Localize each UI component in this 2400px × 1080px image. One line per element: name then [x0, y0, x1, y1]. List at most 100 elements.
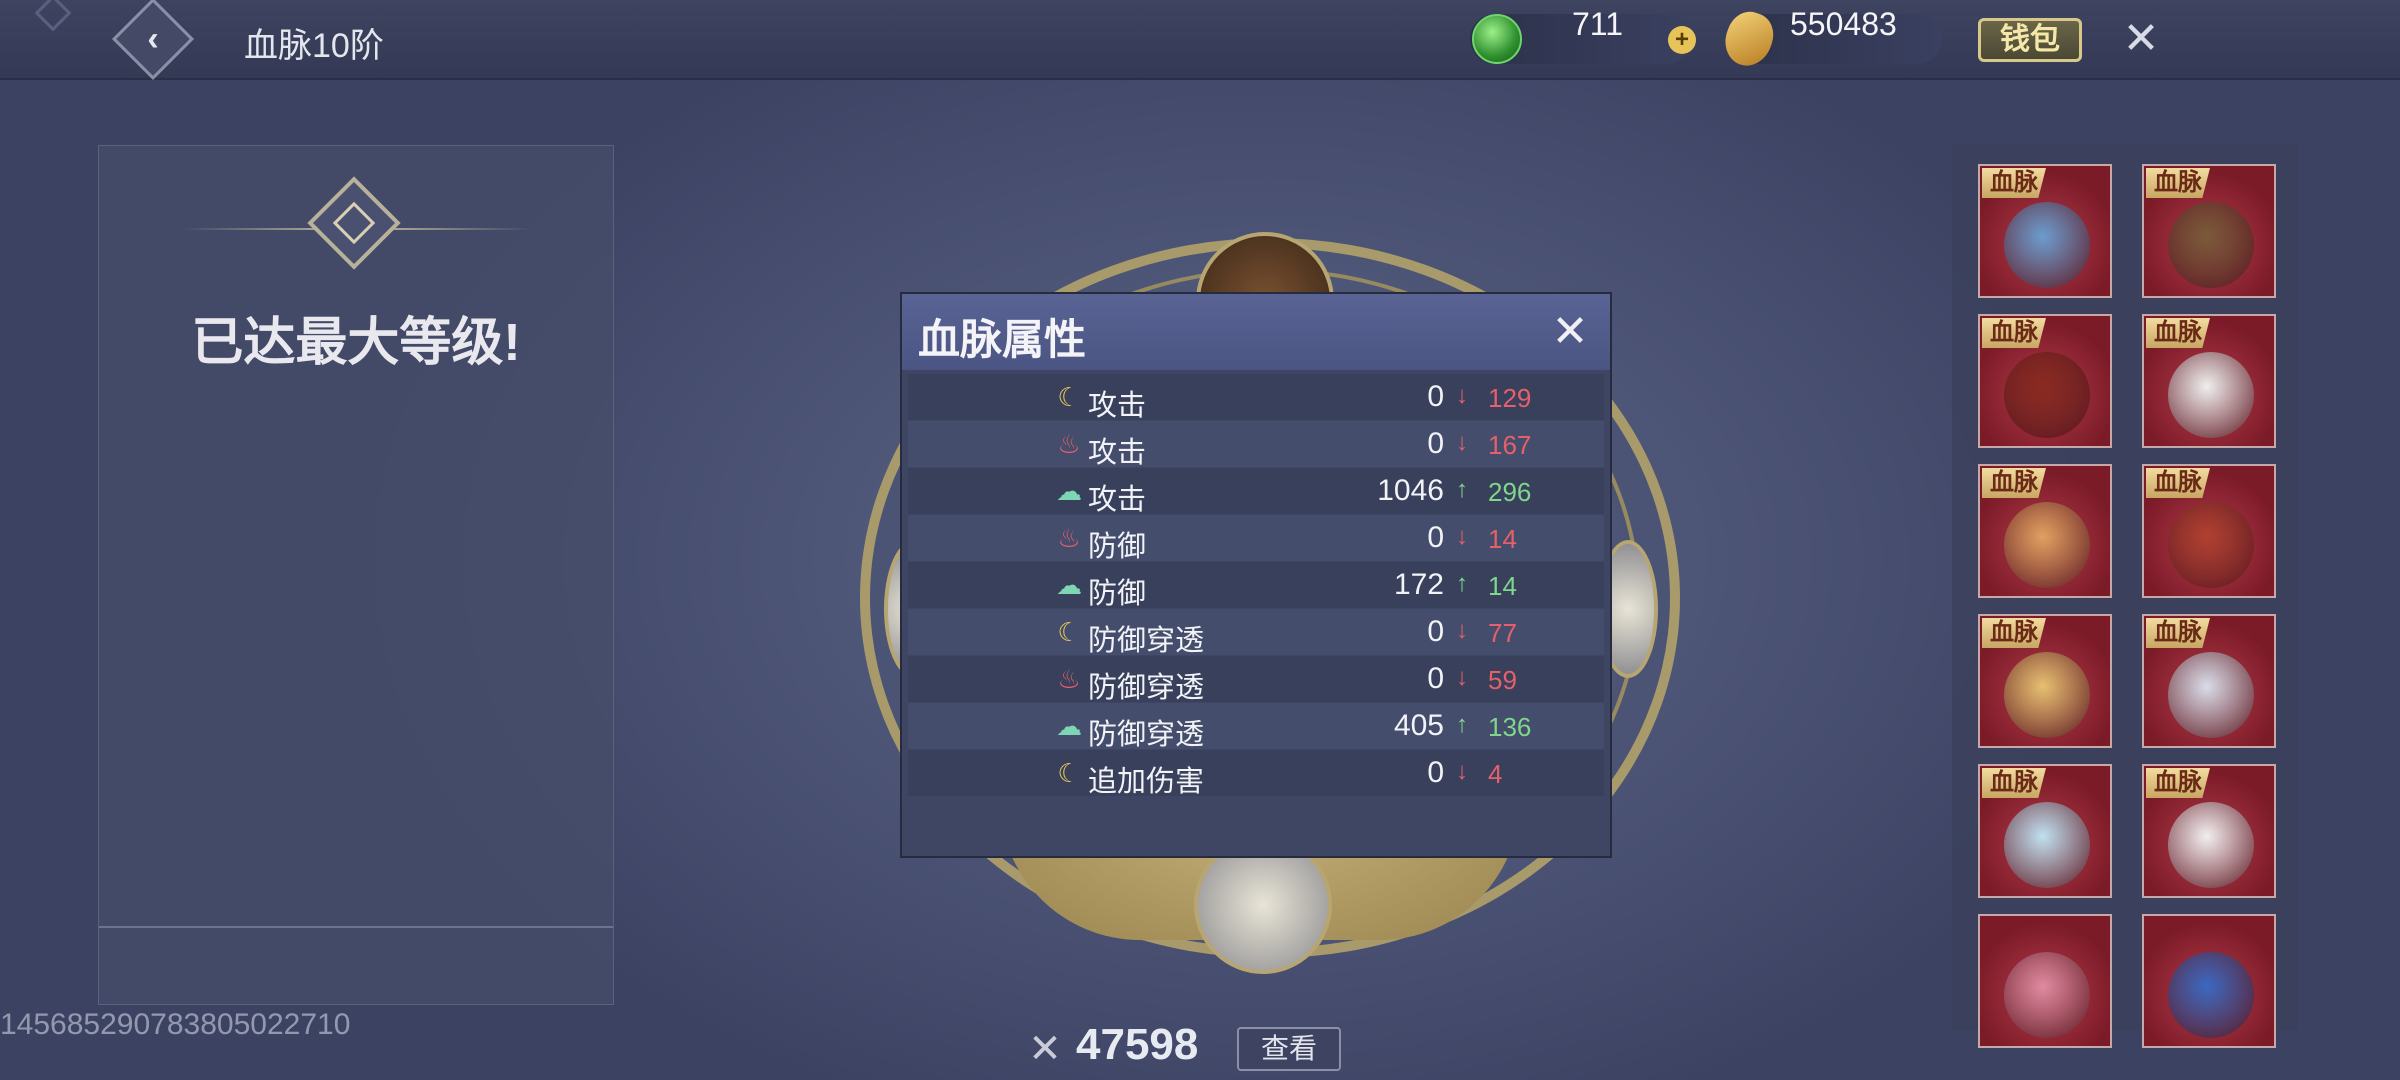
attribute-label: 防御 [1088, 578, 1147, 610]
red-dragon-portrait-icon [2004, 352, 2090, 438]
ornament-icon [34, 0, 72, 32]
fire-dragon-portrait-icon [2168, 502, 2254, 588]
moon-icon: ☾ [1057, 382, 1081, 412]
attribute-row: ♨ 防御 0 ↓ 14 [908, 515, 1604, 563]
level-panel: 已达最大等级! [98, 145, 614, 1005]
fire-icon: ♨ [1057, 664, 1081, 694]
view-button[interactable]: 查看 [1237, 1027, 1341, 1071]
attribute-delta: 77 [1488, 618, 1517, 648]
close-icon: ✕ [1551, 307, 1589, 356]
attribute-value: 1046 [1377, 474, 1444, 507]
arrow-down-icon: ↓ [1456, 664, 1468, 691]
bloodline-card-ice-maiden[interactable]: 血脉 [1978, 764, 2112, 898]
card-tag: 血脉 [1982, 168, 2046, 198]
dialog-header: 血脉属性 ✕ [902, 294, 1610, 370]
bloodline-card-blue-serpent[interactable] [2142, 914, 2276, 1048]
white-rabbit-portrait-icon [2168, 802, 2254, 888]
attribute-row: ☁ 攻击 1046 ↑ 296 [908, 468, 1604, 516]
attribute-label: 攻击 [1088, 484, 1147, 516]
max-level-text: 已达最大等级! [191, 314, 521, 372]
cloud-icon: ☁ [1056, 476, 1082, 506]
attribute-label: 攻击 [1088, 437, 1147, 469]
attribute-label: 防御穿透 [1088, 625, 1205, 657]
blue-serpent-portrait-icon [2168, 952, 2254, 1038]
fox-spirit-portrait-icon [2004, 502, 2090, 588]
attribute-label: 防御穿透 [1088, 672, 1205, 704]
attribute-value: 0 [1427, 521, 1444, 554]
card-tag: 血脉 [1982, 468, 2046, 498]
bloodline-card-fox-spirit[interactable]: 血脉 [1978, 464, 2112, 598]
cloud-icon: ☁ [1056, 570, 1082, 600]
bloodline-card-white-wolf[interactable]: 血脉 [2142, 614, 2276, 748]
card-tag: 血脉 [1982, 618, 2046, 648]
attribute-delta: 129 [1488, 383, 1532, 413]
lion-portrait-icon [2168, 202, 2254, 288]
attribute-delta: 59 [1488, 665, 1517, 695]
dialog-close-button[interactable]: ✕ [1546, 308, 1594, 356]
bloodline-card-panda[interactable]: 血脉 [2142, 314, 2276, 448]
close-page-button[interactable]: ✕ [2116, 14, 2166, 64]
bloodline-card-lotus[interactable] [1978, 914, 2112, 1048]
attribute-row: ☾ 攻击 0 ↓ 129 [908, 374, 1604, 422]
attribute-delta: 14 [1488, 571, 1517, 601]
card-tag: 血脉 [1982, 768, 2046, 798]
moon-icon: ☾ [1057, 758, 1081, 788]
arrow-down-icon: ↓ [1456, 382, 1468, 409]
emblem-icon [307, 176, 401, 270]
attribute-value: 0 [1427, 662, 1444, 695]
attribute-list[interactable]: ☾ 攻击 0 ↓ 129 ♨ 攻击 0 ↓ 167 ☁ 攻击 1046 ↑ 296 ♨ 防御 0 ↓ 14 ☁ 防御 172… [908, 374, 1604, 814]
attribute-value: 0 [1427, 427, 1444, 460]
combat-power: 47598 [1076, 1020, 1199, 1069]
attribute-row: ☁ 防御穿透 405 ↑ 136 [908, 703, 1604, 751]
debug-id: 145685290783805022710 [0, 1008, 351, 1041]
attribute-delta: 14 [1488, 524, 1517, 554]
attribute-value: 0 [1427, 380, 1444, 413]
bloodline-card-lion[interactable]: 血脉 [2142, 164, 2276, 298]
add-currency-button[interactable]: + [1668, 26, 1696, 54]
arrow-up-icon: ↑ [1456, 476, 1468, 503]
attribute-row: ♨ 防御穿透 0 ↓ 59 [908, 656, 1604, 704]
back-button[interactable]: ‹ [111, 0, 195, 81]
attribute-value: 172 [1393, 568, 1444, 601]
ice-maiden-portrait-icon [2004, 802, 2090, 888]
bloodline-card-white-rabbit[interactable]: 血脉 [2142, 764, 2276, 898]
attribute-value: 0 [1427, 756, 1444, 789]
attribute-row: ☾ 防御穿透 0 ↓ 77 [908, 609, 1604, 657]
close-icon: ✕ [2122, 14, 2160, 63]
attribute-row: ☁ 防御 172 ↑ 14 [908, 562, 1604, 610]
attribute-label: 防御穿透 [1088, 719, 1205, 751]
attribute-delta: 4 [1488, 759, 1503, 789]
attribute-delta: 167 [1488, 430, 1532, 460]
gold-amount: 550483 [1790, 6, 1897, 42]
moon-icon: ☾ [1057, 617, 1081, 647]
arrow-up-icon: ↑ [1456, 570, 1468, 597]
attribute-row: ♨ 攻击 0 ↓ 167 [908, 421, 1604, 469]
card-tag: 血脉 [2146, 468, 2210, 498]
bloodline-card-fire-dragon[interactable]: 血脉 [2142, 464, 2276, 598]
attribute-delta: 136 [1488, 712, 1532, 742]
bloodline-list: 血脉 血脉 血脉 血脉 血脉 血脉 血脉 血脉 血脉 血脉 [1952, 144, 2298, 1048]
card-tag: 血脉 [2146, 768, 2210, 798]
blue-dragon-portrait-icon [2004, 202, 2090, 288]
bloodline-card-blue-dragon[interactable]: 血脉 [1978, 164, 2112, 298]
wallet-button[interactable]: 钱包 [1978, 18, 2082, 62]
chevron-left-icon: ‹ [147, 19, 159, 58]
card-tag: 血脉 [2146, 618, 2210, 648]
attribute-value: 0 [1427, 615, 1444, 648]
crossed-swords-icon: ✕ [1028, 1027, 1062, 1071]
bloodline-card-red-dragon[interactable]: 血脉 [1978, 314, 2112, 448]
jade-coin-icon [1472, 14, 1522, 64]
fire-icon: ♨ [1057, 523, 1081, 553]
top-bar: ‹ 血脉10阶 711 + 550483 钱包 ✕ [0, 0, 2400, 81]
dialog-title: 血脉属性 [918, 316, 1087, 363]
panda-portrait-icon [2168, 352, 2254, 438]
attribute-value: 405 [1393, 709, 1444, 742]
card-tag: 血脉 [2146, 168, 2210, 198]
bloodline-card-golden-maiden[interactable]: 血脉 [1978, 614, 2112, 748]
attribute-delta: 296 [1488, 477, 1532, 507]
arrow-down-icon: ↓ [1456, 523, 1468, 550]
card-tag: 血脉 [1982, 318, 2046, 348]
jade-amount: 711 [1572, 6, 1624, 42]
attribute-label: 攻击 [1088, 390, 1147, 422]
fire-icon: ♨ [1057, 429, 1081, 459]
